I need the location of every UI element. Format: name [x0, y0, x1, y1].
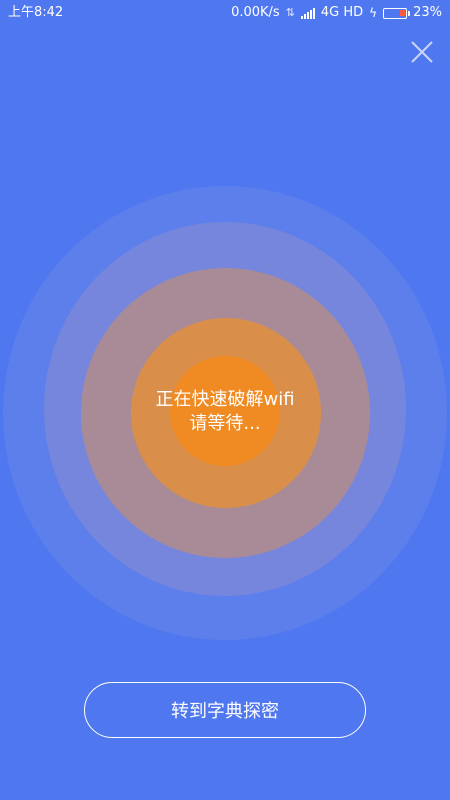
scan-status-line2: 请等待... [189, 413, 261, 434]
dictionary-decrypt-button[interactable]: 转到字典探密 [84, 682, 366, 738]
scan-status-line1: 正在快速破解wifi [155, 389, 295, 410]
scan-radar: 正在快速破解wifi 请等待... [0, 0, 450, 800]
scan-status-text: 正在快速破解wifi 请等待... [100, 388, 350, 436]
